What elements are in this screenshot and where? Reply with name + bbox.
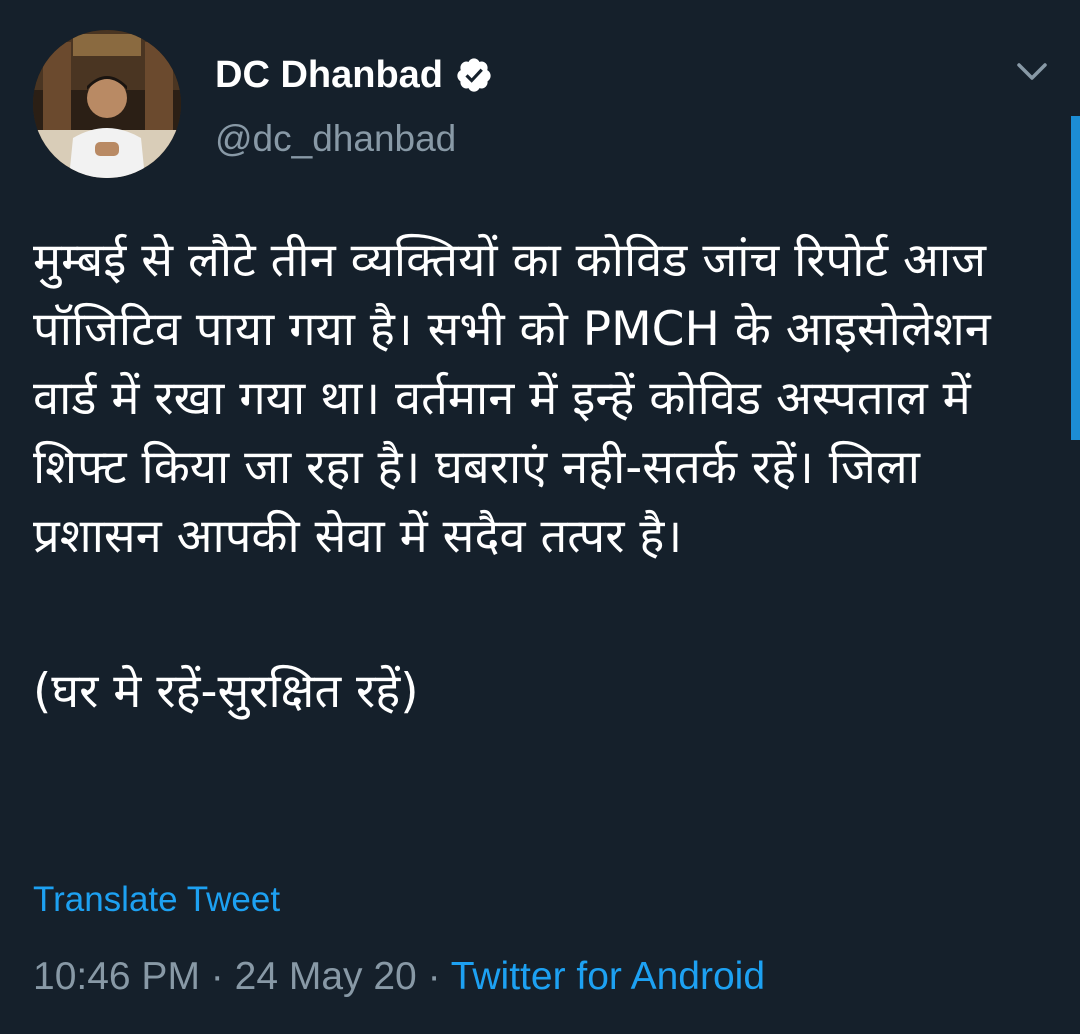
scroll-indicator — [1071, 116, 1080, 440]
tweet-text: मुम्बई से लौटे तीन व्यक्तियों का कोविड ज… — [33, 226, 1023, 726]
translate-tweet-link[interactable]: Translate Tweet — [33, 880, 280, 920]
avatar[interactable] — [33, 30, 181, 178]
author-handle[interactable]: @dc_dhanbad — [215, 118, 456, 160]
meta-separator: · — [427, 955, 441, 998]
tweet-paragraph: मुम्बई से लौटे तीन व्यक्तियों का कोविड ज… — [33, 233, 991, 564]
verified-badge-icon — [455, 56, 493, 94]
display-name[interactable]: DC Dhanbad — [215, 54, 443, 97]
meta-separator: · — [210, 955, 224, 998]
tweet-time: 10:46 PM — [33, 955, 200, 998]
chevron-down-icon[interactable] — [1012, 54, 1052, 90]
author-name-row[interactable]: DC Dhanbad — [215, 50, 493, 100]
tweet-source-link[interactable]: Twitter for Android — [451, 955, 765, 998]
tweet-date: 24 May 20 — [234, 955, 417, 998]
tweet-paragraph: (घर मे रहें-सुरक्षित रहें) — [33, 664, 419, 719]
avatar-portrait-image — [33, 30, 181, 178]
tweet-meta: 10:46 PM · 24 May 20 · Twitter for Andro… — [33, 955, 765, 999]
